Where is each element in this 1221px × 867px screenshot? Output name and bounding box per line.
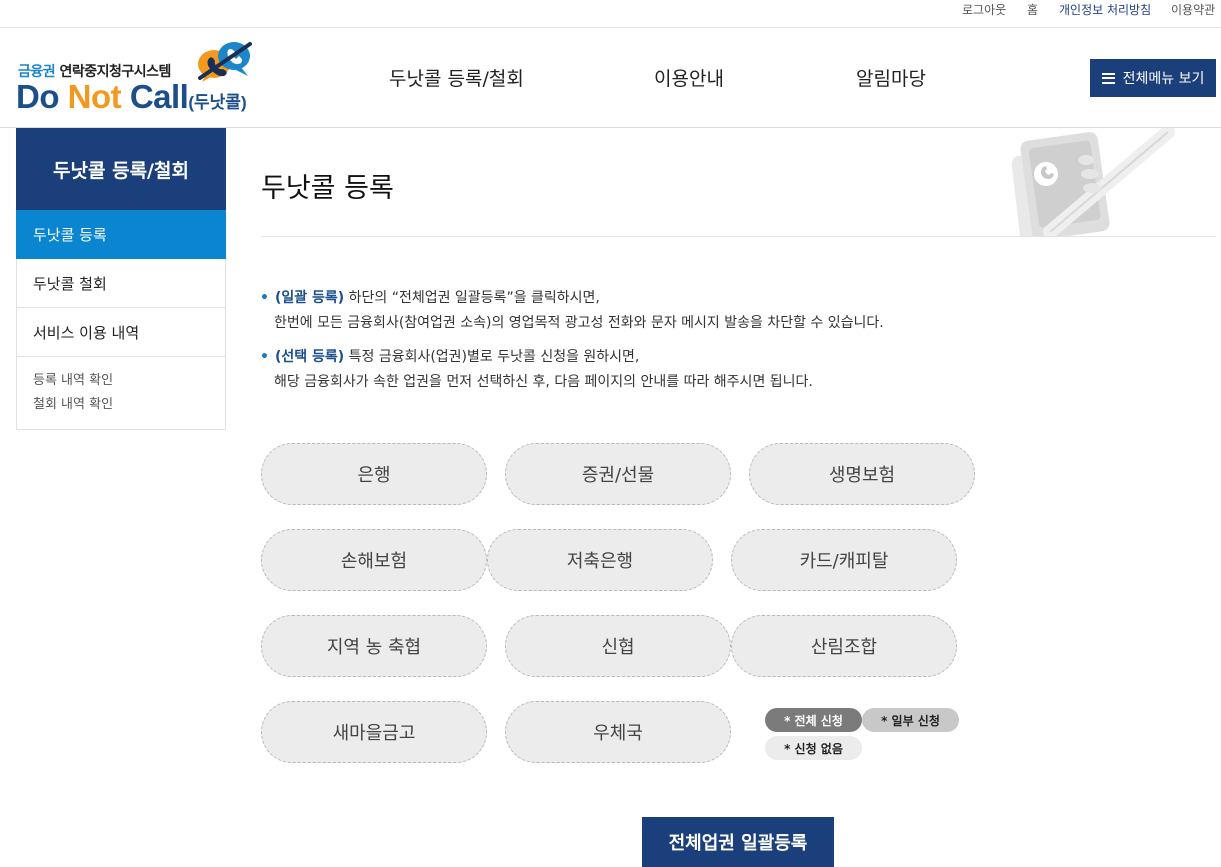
- legend-no-application: * 신청 없음: [765, 736, 862, 760]
- terms-link[interactable]: 이용약관: [1171, 1, 1215, 18]
- sector-securities-futures-button[interactable]: 증권/선물: [505, 443, 731, 505]
- nav-usage-guide[interactable]: 이용안내: [654, 64, 724, 91]
- side-nav-item-register[interactable]: 두낫콜 등록: [16, 210, 226, 259]
- sector-forestry-coop-button[interactable]: 산림조합: [731, 615, 957, 677]
- sector-post-office-button[interactable]: 우체국: [505, 701, 731, 763]
- legend-partial-application: * 일부 신청: [862, 708, 959, 732]
- all-menu-label: 전체메뉴 보기: [1122, 71, 1205, 87]
- sector-local-nonghyup-button[interactable]: 지역 농 축협: [261, 615, 487, 677]
- side-navigation: 두낫콜 등록/철회 두낫콜 등록 두낫콜 철회 서비스 이용 내역 등록 내역 …: [16, 128, 226, 430]
- utility-bar: 로그아웃 홈 개인정보 처리방침 이용약관: [0, 0, 1221, 28]
- header: 금융권 연락중지청구시스템 Do Not Call(두낫콜) 두낫콜 등록/철회…: [0, 28, 1221, 128]
- sector-saemaeul-button[interactable]: 새마을금고: [261, 701, 487, 763]
- privacy-policy-link[interactable]: 개인정보 처리방침: [1059, 1, 1151, 18]
- menu-icon: [1101, 72, 1115, 84]
- side-nav-item-service-history[interactable]: 서비스 이용 내역: [16, 308, 226, 357]
- page-title: 두낫콜 등록: [261, 173, 394, 204]
- phone-block-illustration: [1004, 128, 1175, 236]
- nav-notice-board[interactable]: 알림마당: [856, 64, 926, 91]
- side-nav-sub-withdraw-history[interactable]: 철회 내역 확인: [33, 393, 209, 417]
- logout-link[interactable]: 로그아웃: [962, 1, 1006, 18]
- sector-card-capital-button[interactable]: 카드/캐피탈: [731, 529, 957, 591]
- sector-nonlife-insurance-button[interactable]: 손해보험: [261, 529, 487, 591]
- sector-savings-bank-button[interactable]: 저축은행: [487, 529, 713, 591]
- side-nav-title: 두낫콜 등록/철회: [16, 128, 226, 210]
- all-menu-button[interactable]: 전체메뉴 보기: [1090, 59, 1216, 97]
- bulk-register-all-button[interactable]: 전체업권 일괄등록: [642, 817, 834, 867]
- legend-full-application: * 전체 신청: [765, 708, 862, 732]
- bullet-icon: •: [260, 290, 269, 306]
- title-divider: [261, 236, 1216, 237]
- sector-credit-union-button[interactable]: 신협: [505, 615, 731, 677]
- no-call-logo-icon: [198, 42, 252, 82]
- info-selective-registration: • (선택 등록) 특정 금융회사(업권)별로 두낫콜 신청을 원하시면, 해당 …: [260, 349, 813, 390]
- info-bulk-registration: • (일괄 등록) 하단의 “전체업권 일괄등록”을 클릭하시면, 한번에 모든 …: [260, 290, 884, 331]
- home-link[interactable]: 홈: [1027, 1, 1038, 18]
- bullet-icon: •: [260, 349, 269, 365]
- nav-register-withdraw[interactable]: 두낫콜 등록/철회: [389, 64, 524, 91]
- sector-bank-button[interactable]: 은행: [261, 443, 487, 505]
- sector-life-insurance-button[interactable]: 생명보험: [749, 443, 975, 505]
- side-nav-sub-register-history[interactable]: 등록 내역 확인: [33, 369, 209, 393]
- side-nav-item-withdraw[interactable]: 두낫콜 철회: [16, 259, 226, 308]
- side-nav-submenu: 등록 내역 확인 철회 내역 확인: [16, 357, 226, 430]
